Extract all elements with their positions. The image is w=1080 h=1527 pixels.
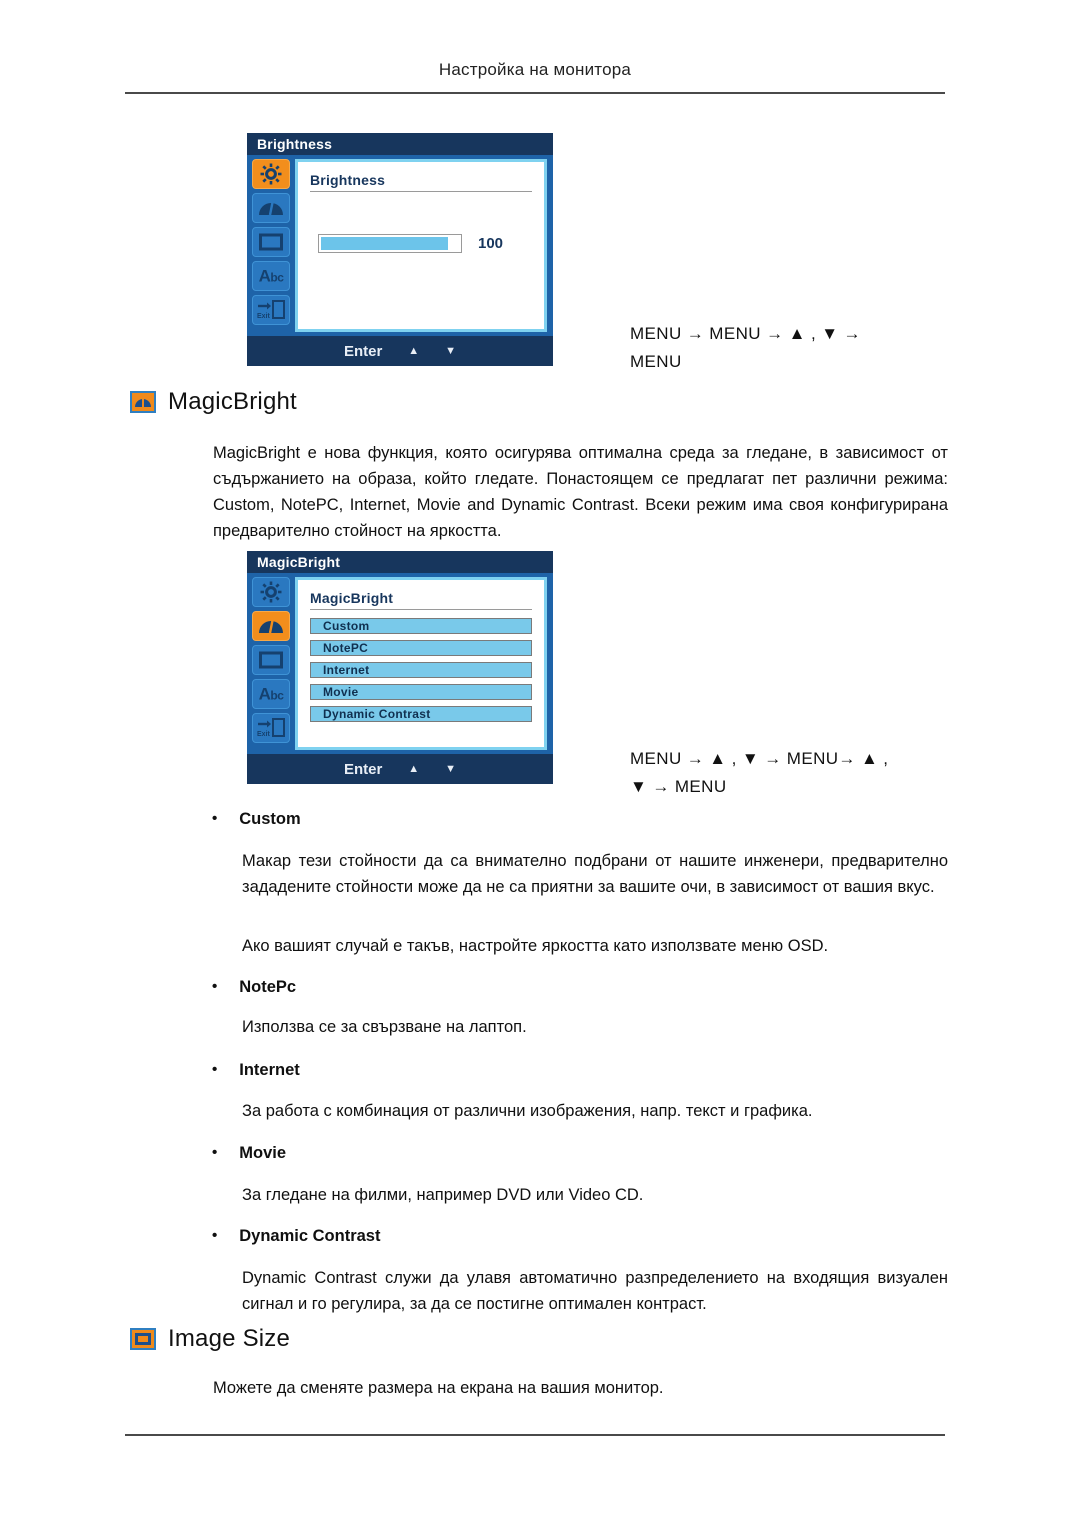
osd-screen: MagicBright Custom NotePC Internet Movie Dyn… — [295, 577, 547, 750]
mode-title: Dynamic Contrast — [239, 1227, 381, 1245]
keyseq-line-1: MENU → ▲ , ▼ → MENU→ ▲ , — [630, 749, 889, 768]
osd-option[interactable]: Dynamic Contrast — [310, 706, 532, 722]
exit-icon[interactable]: Exit — [252, 295, 290, 325]
abc-icon[interactable]: Abc — [252, 679, 290, 709]
mode-bullet-internet: • Internet — [212, 1061, 300, 1080]
up-arrow-icon[interactable]: ▲ — [408, 763, 419, 775]
osd-body: Abc Exit Brightness 100 — [247, 155, 553, 336]
mode-title: NotePc — [239, 978, 297, 996]
image-size-icon — [130, 1328, 156, 1350]
footer-divider — [125, 1434, 945, 1436]
running-head: Настройка на монитора — [438, 60, 632, 79]
bullet-marker: • — [212, 978, 218, 995]
gauge-icon[interactable] — [252, 611, 290, 641]
mode-body-notepc: Използва се за свързване на лаптоп. — [242, 1018, 527, 1036]
brightness-slider-row: 100 — [318, 234, 503, 253]
bullet-marker: • — [212, 1061, 218, 1078]
magicbright-paragraph: MagicBright е нова функция, която осигур… — [213, 444, 948, 540]
brightness-slider[interactable] — [318, 234, 462, 253]
mode-body-dynamic-contrast: Dynamic Contrast служи да улавя автомати… — [242, 1269, 948, 1313]
section-heading-magicbright: MagicBright — [130, 388, 297, 416]
osd-screen: Brightness 100 — [295, 159, 547, 332]
mode-title: Custom — [239, 810, 301, 828]
section-heading-label: MagicBright — [168, 388, 297, 415]
bullet-marker: • — [212, 1144, 218, 1161]
keyseq-magicbright: MENU → ▲ , ▼ → MENU→ ▲ , ▼ → MENU — [630, 745, 950, 801]
gauge-icon — [130, 391, 156, 413]
abc-icon[interactable]: Abc — [252, 261, 290, 291]
enter-label[interactable]: Enter — [344, 343, 382, 360]
mode-body-internet: За работа с комбинация от различни изобр… — [242, 1102, 813, 1120]
osd-heading: MagicBright — [310, 590, 532, 610]
mode-body-custom-2: Ако вашият случай е такъв, настройте ярк… — [242, 937, 829, 955]
osd-icon-rail: Abc Exit — [247, 573, 295, 754]
keyseq-brightness: MENU → MENU → ▲ , ▼ → MENU — [630, 320, 930, 376]
bullet-marker: • — [212, 1227, 218, 1244]
osd-option[interactable]: NotePC — [310, 640, 532, 656]
sun-icon[interactable] — [252, 159, 290, 189]
keyseq-line-2: MENU — [630, 352, 682, 371]
mode-title: Internet — [239, 1061, 300, 1079]
osd-option-list: Custom NotePC Internet Movie Dynamic Contras… — [310, 618, 532, 722]
up-arrow-icon[interactable]: ▲ — [408, 345, 419, 357]
osd-title-bar: Brightness — [247, 133, 553, 155]
brightness-slider-fill — [321, 237, 448, 250]
osd-option[interactable]: Movie — [310, 684, 532, 700]
osd-magicbright: MagicBright Abc Exit MagicBright Custom … — [247, 551, 553, 784]
osd-icon-rail: Abc Exit — [247, 155, 295, 336]
svg-text:Exit: Exit — [257, 313, 271, 320]
mode-body-custom-1: Макар тези стойности да са внимателно по… — [242, 852, 948, 896]
brightness-value: 100 — [478, 235, 504, 252]
mode-bullet-custom: • Custom — [212, 810, 301, 829]
down-arrow-icon[interactable]: ▼ — [445, 345, 456, 357]
document-page: Настройка на монитора Brightness Abc Exi… — [0, 0, 1080, 1527]
sun-icon[interactable] — [252, 577, 290, 607]
image-size-icon[interactable] — [252, 227, 290, 257]
osd-brightness: Brightness Abc Exit Brightness 100 Enter… — [247, 133, 553, 366]
keyseq-line-1: MENU → MENU → ▲ , ▼ → — [630, 324, 861, 343]
image-size-paragraph: Можете да сменяте размера на екрана на в… — [213, 1379, 664, 1397]
header-divider — [125, 92, 945, 94]
down-arrow-icon[interactable]: ▼ — [445, 763, 456, 775]
osd-option[interactable]: Internet — [310, 662, 532, 678]
exit-icon[interactable]: Exit — [252, 713, 290, 743]
bullet-marker: • — [212, 810, 218, 827]
image-size-icon[interactable] — [252, 645, 290, 675]
keyseq-line-2: ▼ → MENU — [630, 777, 727, 796]
osd-title-bar: MagicBright — [247, 551, 553, 573]
mode-body-movie: За гледане на филми, например DVD или Vi… — [242, 1186, 644, 1204]
mode-bullet-dynamic-contrast: • Dynamic Contrast — [212, 1227, 380, 1246]
mode-bullet-movie: • Movie — [212, 1144, 286, 1163]
osd-body: Abc Exit MagicBright Custom NotePC Interne… — [247, 573, 553, 754]
mode-title: Movie — [239, 1144, 287, 1162]
osd-footer: Enter ▲ ▼ — [247, 754, 553, 784]
section-heading-label: Image Size — [168, 1325, 291, 1352]
osd-option[interactable]: Custom — [310, 618, 532, 634]
gauge-icon[interactable] — [252, 193, 290, 223]
enter-label[interactable]: Enter — [344, 761, 382, 778]
section-heading-image-size: Image Size — [130, 1325, 290, 1353]
mode-bullet-notepc: • NotePc — [212, 978, 296, 997]
osd-heading: Brightness — [310, 172, 532, 192]
osd-footer: Enter ▲ ▼ — [247, 336, 553, 366]
svg-text:Exit: Exit — [257, 731, 271, 738]
